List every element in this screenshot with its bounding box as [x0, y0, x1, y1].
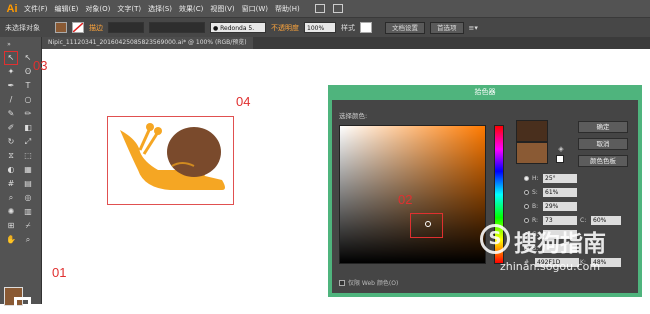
menu-window[interactable]: 窗口(W) — [242, 4, 268, 14]
arrange-documents-icon[interactable] — [332, 4, 343, 13]
document-setup-button[interactable]: 文档设置 — [385, 21, 425, 34]
fill-color-swatch[interactable] — [55, 22, 67, 33]
menu-effect[interactable]: 效果(C) — [179, 4, 203, 14]
artboard-tool-icon[interactable]: ⊞ — [6, 221, 16, 231]
annotation-01: 01 — [52, 265, 67, 280]
perspective-grid-tool-icon[interactable]: ▦ — [23, 165, 33, 175]
snail-antenna-tip-right — [154, 127, 162, 135]
blend-tool-icon[interactable]: ◎ — [23, 193, 33, 203]
preferences-button[interactable]: 首选项 — [430, 21, 464, 34]
saturation-field[interactable]: 61% — [543, 188, 577, 197]
field-row-h[interactable]: H: 25° — [524, 174, 577, 183]
sogou-logo-icon: S — [480, 224, 510, 254]
stroke-weight-field[interactable] — [108, 22, 144, 33]
current-color-preview[interactable] — [516, 142, 548, 164]
pen-tool-icon[interactable]: ✒ — [6, 81, 16, 91]
ok-button[interactable]: 确定 — [578, 121, 628, 133]
hue-field[interactable]: 25° — [543, 174, 577, 183]
radio-b[interactable] — [524, 204, 529, 209]
align-icon[interactable]: ≡▾ — [469, 24, 478, 32]
style-label: 样式 — [341, 23, 355, 32]
new-color-preview — [516, 120, 548, 142]
snail-antenna-tip-left — [146, 123, 154, 131]
width-tool-icon[interactable]: ⧖ — [6, 151, 16, 161]
stroke-label[interactable]: 描边 — [89, 23, 103, 33]
watermark-text: 搜狗指南 — [514, 231, 606, 257]
document-tab[interactable]: Nipic_11120341_20160425085823569000.ai* … — [42, 37, 253, 49]
pencil-tool-icon[interactable]: ✏ — [23, 109, 33, 119]
select-color-label: 选择颜色: — [339, 112, 368, 120]
color-swatches-button[interactable]: 颜色色板 — [578, 155, 628, 167]
document-tab-bar: Nipic_11120341_20160425085823569000.ai* … — [42, 37, 650, 49]
graphic-style-swatch[interactable] — [360, 22, 372, 33]
shape-builder-tool-icon[interactable]: ◐ — [6, 165, 16, 175]
hand-tool-icon[interactable]: ✋ — [6, 235, 16, 245]
selection-status: 未选择对象 — [5, 23, 40, 32]
menu-view[interactable]: 视图(V) — [210, 4, 234, 14]
magic-wand-tool-icon[interactable]: ✦ — [6, 67, 16, 77]
opacity-field[interactable]: 100% — [304, 22, 336, 33]
scale-tool-icon[interactable]: ⤢ — [23, 137, 33, 147]
color-field[interactable] — [339, 125, 486, 264]
zoom-tool-icon[interactable]: ⌕ — [23, 235, 33, 245]
annotation-03: 03 — [33, 58, 48, 73]
radio-s[interactable] — [524, 190, 529, 195]
variable-width-profile[interactable] — [149, 22, 205, 33]
eraser-tool-icon[interactable]: ◧ — [23, 123, 33, 133]
annotation-04: 04 — [236, 94, 251, 109]
picker-cursor[interactable] — [425, 221, 431, 227]
radio-h[interactable] — [524, 176, 529, 181]
type-tool-icon[interactable]: T — [23, 81, 33, 91]
tools-panel: » ↖ ↖ ✦ ʘ ✒ T / ○ ✎ ✏ ✐ ◧ ↻ ⤢ ⧖ ⬚ ◐ ▦ # … — [0, 37, 42, 314]
web-safe-swatch[interactable] — [556, 155, 564, 163]
app-logo: Ai — [6, 2, 18, 15]
web-only-label: 仅限 Web 颜色(O) — [348, 280, 399, 287]
stroke-swatch[interactable] — [14, 297, 31, 314]
menu-select[interactable]: 选择(S) — [148, 4, 172, 14]
ellipse-tool-icon[interactable]: ○ — [23, 95, 33, 105]
menu-bar: Ai 文件(F) 编辑(E) 对象(O) 文字(T) 选择(S) 效果(C) 视… — [0, 0, 650, 17]
opacity-label[interactable]: 不透明度 — [271, 23, 299, 33]
cancel-button[interactable]: 取消 — [578, 138, 628, 150]
bridge-icon[interactable] — [314, 4, 325, 13]
blob-brush-tool-icon[interactable]: ✐ — [6, 123, 16, 133]
field-row-s[interactable]: S: 61% — [524, 188, 577, 197]
gradient-tool-icon[interactable]: ▤ — [23, 179, 33, 189]
paintbrush-tool-icon[interactable]: ✎ — [6, 109, 16, 119]
gamut-warning-icon[interactable]: ◈ — [556, 144, 566, 154]
none-slash-icon — [73, 23, 83, 32]
selection-tool-icon[interactable]: ↖ — [6, 53, 16, 63]
snail-shell — [167, 127, 221, 177]
menu-edit[interactable]: 编辑(E) — [55, 4, 79, 14]
menu-help[interactable]: 帮助(H) — [275, 4, 300, 14]
eyedropper-tool-icon[interactable]: ⌕ — [6, 193, 16, 203]
brush-definition-field[interactable]: ● Redonda 5. — [210, 22, 266, 33]
stroke-color-swatch[interactable] — [72, 22, 84, 33]
free-transform-tool-icon[interactable]: ⬚ — [23, 151, 33, 161]
brightness-field[interactable]: 29% — [543, 202, 577, 211]
mesh-tool-icon[interactable]: # — [6, 179, 16, 189]
field-row-b[interactable]: B: 29% — [524, 202, 577, 211]
web-only-checkbox[interactable] — [339, 279, 345, 286]
line-tool-icon[interactable]: / — [6, 95, 16, 105]
panel-collapse-icon[interactable]: » — [4, 40, 14, 50]
dialog-title: 拾色器 — [474, 88, 496, 96]
watermark-url: zhinan.sogou.com — [500, 260, 601, 273]
symbol-sprayer-tool-icon[interactable]: ✺ — [6, 207, 16, 217]
menu-object[interactable]: 对象(O) — [85, 4, 110, 14]
slice-tool-icon[interactable]: ⌿ — [23, 221, 33, 231]
snail-artwork[interactable] — [110, 118, 232, 204]
menu-type[interactable]: 文字(T) — [117, 4, 141, 14]
direct-selection-tool-icon[interactable]: ↖ — [23, 53, 33, 63]
radio-r[interactable] — [524, 218, 529, 223]
control-bar: 未选择对象 描边 ● Redonda 5. 不透明度 100% 样式 文档设置 … — [0, 17, 650, 37]
lasso-tool-icon[interactable]: ʘ — [23, 67, 33, 77]
menu-file[interactable]: 文件(F) — [24, 4, 48, 14]
annotation-02: 02 — [398, 192, 413, 207]
sogou-watermark: S 搜狗指南 zhinan.sogou.com — [468, 224, 628, 294]
web-only-checkbox-row[interactable]: 仅限 Web 颜色(O) — [339, 278, 398, 287]
rotate-tool-icon[interactable]: ↻ — [6, 137, 16, 147]
column-graph-tool-icon[interactable]: ▥ — [23, 207, 33, 217]
